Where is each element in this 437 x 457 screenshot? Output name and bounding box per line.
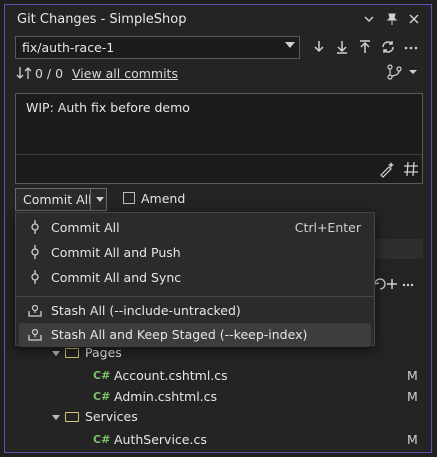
view-all-commits-link[interactable]: View all commits [72,66,178,81]
amend-checkbox[interactable] [123,192,135,204]
file-status-badge: M [407,389,418,404]
pull-icon[interactable] [333,38,351,56]
hashtag-icon[interactable] [402,160,420,178]
amend-label: Amend [141,191,186,206]
sync-counts: 0 / 0 [35,66,64,81]
menu-item-commit-all-sync[interactable]: Commit All and Sync [19,266,371,290]
menu-item-label: Stash All (--include-untracked) [51,303,241,318]
stash-icon [28,303,42,317]
menu-divider [16,296,374,297]
menu-item-stash-keep-staged[interactable]: Stash All and Keep Staged (--keep-index) [19,323,371,347]
chevron-down-icon [285,42,295,48]
file-status-badge: M [407,432,418,447]
panel-title: Git Changes - SimpleShop [17,12,187,27]
dropdown-icon[interactable] [361,11,377,27]
menu-item-label: Stash All and Keep Staged (--keep-index) [51,327,308,342]
tree-file-row[interactable]: C# Admin.cshtml.cs M [5,386,431,408]
menu-item-shortcut: Ctrl+Enter [294,220,361,235]
chevron-down-icon[interactable] [96,197,104,202]
file-name: Admin.cshtml.cs [114,389,218,404]
menu-item-commit-all-push[interactable]: Commit All and Push [19,241,371,265]
menu-item-stash-all[interactable]: Stash All (--include-untracked) [19,299,371,323]
branch-name: fix/auth-race-1 [22,40,115,55]
commit-message-input[interactable]: WIP: Auth fix before demo [15,93,423,184]
tree-file-row[interactable]: C# AuthService.cs M [5,429,431,451]
chevron-down-icon[interactable] [52,415,60,420]
commit-dropdown-menu: Commit All Ctrl+Enter Commit All and Pus… [15,212,375,347]
ai-generate-message-icon[interactable] [378,160,396,178]
file-name: AuthService.cs [114,432,207,447]
file-name: Account.cshtml.cs [114,368,228,383]
push-icon[interactable] [356,38,374,56]
commit-all-button[interactable]: Commit All [15,188,107,211]
menu-item-label: Commit All and Sync [51,270,182,285]
menu-item-commit-all[interactable]: Commit All Ctrl+Enter [19,216,371,240]
stash-icon [28,327,42,341]
tree-folder-services[interactable]: Services [5,407,431,429]
csharp-file-icon: C# [93,390,111,403]
commit-icon [28,220,42,234]
changes-toolbar [371,275,415,293]
file-status-badge: M [407,368,418,383]
pin-icon[interactable] [384,11,400,27]
commit-all-label: Commit All [23,192,92,207]
incoming-outgoing-icon [15,65,33,81]
divider [16,154,422,155]
csharp-file-icon: C# [93,433,111,446]
sync-icon[interactable] [379,38,397,56]
close-icon[interactable] [406,11,422,27]
folder-icon [65,348,79,358]
commit-icon [28,245,42,259]
menu-item-label: Commit All and Push [51,245,181,260]
menu-item-label: Commit All [51,220,120,235]
folder-icon [65,412,79,422]
folder-name: Pages [85,345,122,360]
folder-name: Services [85,409,138,424]
csharp-file-icon: C# [93,369,111,382]
branch-selector[interactable]: fix/auth-race-1 [15,36,300,59]
branch-actions-icon[interactable] [385,63,419,81]
chevron-down-icon[interactable] [52,351,60,356]
git-changes-panel: Git Changes - SimpleShop fix/auth-race-1… [4,4,432,453]
divider [90,189,91,210]
tree-file-row[interactable]: C# Account.cshtml.cs M [5,365,431,387]
fetch-icon[interactable] [310,38,328,56]
commit-icon [28,270,42,284]
more-options-icon[interactable] [402,38,420,56]
commit-message-text: WIP: Auth fix before demo [26,100,190,115]
